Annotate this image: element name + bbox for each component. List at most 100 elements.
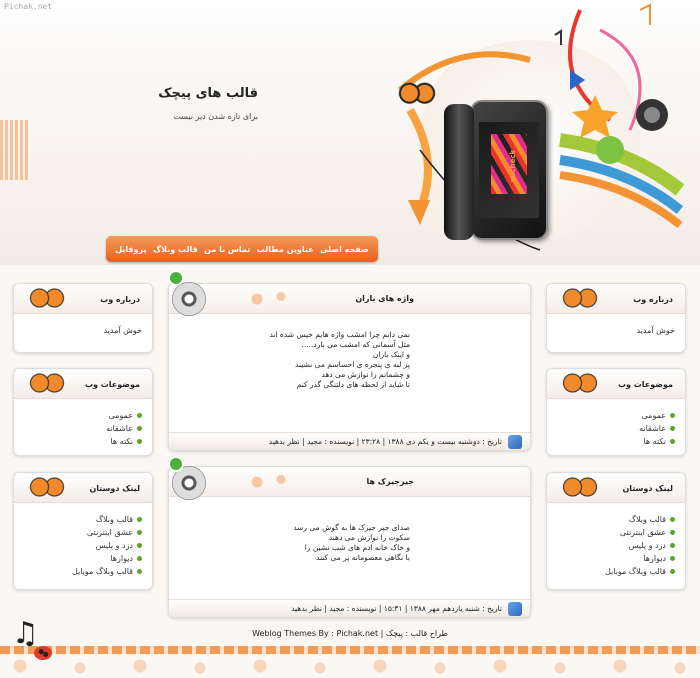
bullet-icon — [137, 439, 142, 444]
link-label: عشق اینترنتی — [619, 528, 666, 537]
link-label: عشق اینترنتی — [86, 528, 133, 537]
friend-link[interactable]: دزد و پلیس — [24, 539, 142, 552]
footer-credits: Weblog Themes By : Pichak.net | طراح قال… — [0, 629, 700, 638]
bullet-icon — [670, 426, 675, 431]
nav-post-titles[interactable]: عناوین مطالب — [257, 245, 314, 254]
link-label: دزد و پلیس — [95, 541, 133, 550]
post-line: سکوت را نوازش می دهند — [328, 533, 410, 542]
link-label: قالب وبلاگ — [95, 515, 133, 524]
bullet-icon — [137, 426, 142, 431]
post-line: صدای جیر جیرک ها به گوش می رسد — [293, 523, 410, 532]
watermark: Pichak.net — [4, 2, 53, 11]
ladybug-icon — [34, 646, 52, 660]
post-meta-text[interactable]: تاریخ : شنبه یازدهم مهر ۱۳۸۸ | ۱۵:۴۱ | ن… — [291, 604, 502, 613]
right-topics-title: موضوعات وب — [617, 380, 673, 389]
pencil-icon — [508, 602, 522, 616]
topic-link[interactable]: عمومی — [557, 409, 675, 422]
post-title[interactable]: واژه های باران — [355, 294, 414, 303]
footer-separator: | — [380, 629, 384, 638]
bullet-icon — [670, 543, 675, 548]
right-topics-box: موضوعات وب عمومی عاشقانه نکته ها — [546, 368, 686, 456]
footer-designer-link[interactable]: طراح قالب : پیچک — [386, 629, 448, 638]
left-about-title: درباره وب — [100, 295, 140, 304]
post-meta-text[interactable]: تاریخ : دوشنبه بیست و یکم دی ۱۳۸۸ | ۲۳:۲… — [269, 437, 502, 446]
left-about-box: درباره وب خوش آمدید — [13, 283, 153, 353]
friend-link[interactable]: عشق اینترنتی — [557, 526, 675, 539]
topic-link[interactable]: نکته ها — [24, 435, 142, 448]
right-about-text: خوش آمدید — [636, 326, 675, 335]
post-meta: تاریخ : شنبه یازدهم مهر ۱۳۸۸ | ۱۵:۴۱ | ن… — [169, 599, 530, 617]
bullet-icon — [670, 439, 675, 444]
phone-image: micheck — [470, 100, 548, 240]
bullet-icon — [137, 413, 142, 418]
music-note-icon: ♫ — [12, 616, 39, 651]
link-label: قالب وبلاگ موبایل — [604, 567, 666, 576]
bullet-icon — [137, 556, 142, 561]
pencil-icon — [508, 435, 522, 449]
topic-link[interactable]: عمومی — [24, 409, 142, 422]
nav-home[interactable]: صفحه اصلی — [320, 245, 369, 254]
left-topics-title: موضوعات وب — [84, 380, 140, 389]
link-label: قالب وبلاگ — [628, 515, 666, 524]
film-reel-icon — [172, 282, 206, 316]
butterfly-icon — [555, 473, 605, 502]
post-line: و خاک خانه ادم های شب نشین را — [304, 543, 410, 552]
right-about-title: درباره وب — [633, 295, 673, 304]
post-line: مثل آسمانی که امشب می بارد..... — [301, 340, 410, 349]
topic-label: عمومی — [641, 411, 666, 420]
post-body: نمی دانم چرا امشب واژه هایم خیس شده اند … — [169, 314, 530, 398]
friend-link[interactable]: دیوارها — [24, 552, 142, 565]
link-label: دیوارها — [643, 554, 666, 563]
topic-label: عاشقانه — [639, 424, 666, 433]
site-title[interactable]: قالب های پیچک — [158, 86, 258, 101]
phone-screen-text: micheck — [509, 149, 518, 183]
link-label: دزد و پلیس — [628, 541, 666, 550]
site-description: برای تازه شدن دیر نیست — [173, 112, 258, 121]
butterfly-icon — [555, 284, 605, 313]
butterfly-icon — [555, 369, 605, 398]
butterfly-icon — [22, 284, 72, 313]
post-line: پز لبه ی پنجره ی احساسم می نشیند — [295, 360, 410, 369]
butterfly-icon — [22, 473, 72, 502]
friend-link[interactable]: دیوارها — [557, 552, 675, 565]
footer-band — [0, 646, 700, 654]
topic-link[interactable]: عاشقانه — [557, 422, 675, 435]
nav-contact[interactable]: تماس با من — [204, 245, 250, 254]
post-line: با نگاهی معصومانه پر می کنند — [316, 553, 410, 562]
bullet-icon — [137, 517, 142, 522]
floral-footer-decoration — [0, 654, 700, 678]
friend-link[interactable]: قالب وبلاگ موبایل — [557, 565, 675, 578]
bullet-icon — [670, 556, 675, 561]
post: جیرجیرک ها صدای جیر جیرک ها به گوش می رس… — [168, 466, 531, 618]
post-meta: تاریخ : دوشنبه بیست و یکم دی ۱۳۸۸ | ۲۳:۲… — [169, 432, 530, 450]
post-body: صدای جیر جیرک ها به گوش می رسد سکوت را ن… — [169, 497, 530, 571]
topic-label: عاشقانه — [106, 424, 133, 433]
left-about-text: خوش آمدید — [103, 326, 142, 335]
link-label: دیوارها — [110, 554, 133, 563]
bullet-icon — [670, 530, 675, 535]
friend-link[interactable]: دزد و پلیس — [557, 539, 675, 552]
topic-label: نکته ها — [643, 437, 666, 446]
left-links-title: لینک دوستان — [89, 484, 140, 493]
right-links-title: لینک دوستان — [622, 484, 673, 493]
right-about-box: درباره وب خوش آمدید — [546, 283, 686, 353]
friend-link[interactable]: قالب وبلاگ موبایل — [24, 565, 142, 578]
nav-profile[interactable]: پروفایل — [115, 245, 146, 254]
topic-link[interactable]: عاشقانه — [24, 422, 142, 435]
post-title[interactable]: جیرجیرک ها — [366, 477, 414, 486]
topic-link[interactable]: نکته ها — [557, 435, 675, 448]
friend-link[interactable]: قالب وبلاگ — [24, 513, 142, 526]
bullet-icon — [670, 569, 675, 574]
bullet-icon — [670, 517, 675, 522]
nav-weblog-theme[interactable]: قالب وبلاگ — [153, 245, 198, 254]
post-line: تا شاید از لحظه های دلتنگی گذر کنم — [296, 380, 410, 389]
friend-link[interactable]: عشق اینترنتی — [24, 526, 142, 539]
friend-link[interactable]: قالب وبلاگ — [557, 513, 675, 526]
butterfly-icon — [398, 82, 436, 110]
post: واژه های باران نمی دانم چرا امشب واژه ها… — [168, 283, 531, 451]
green-arrow-icon — [168, 270, 184, 286]
topic-label: عمومی — [108, 411, 133, 420]
footer-themes-link[interactable]: Weblog Themes By : Pichak.net — [252, 629, 378, 638]
post-line: نمی دانم چرا امشب واژه هایم خیس شده اند — [269, 330, 410, 339]
bullet-icon — [137, 530, 142, 535]
